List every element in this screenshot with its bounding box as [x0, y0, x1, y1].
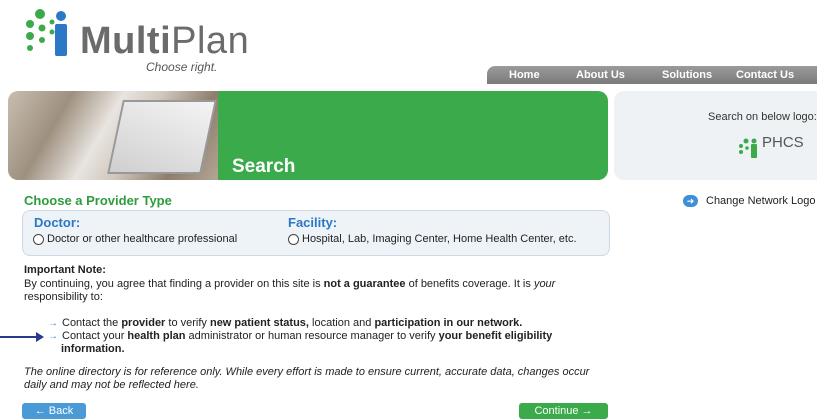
doctor-option-label: Doctor or other healthcare professional [47, 233, 238, 245]
note-text: responsibility to: [24, 291, 103, 303]
nav-contact-us[interactable]: Contact Us [736, 69, 794, 81]
bullet-text: Contact the [62, 317, 122, 329]
bullet-text-bold: participation in our network. [374, 317, 523, 329]
doctor-option[interactable]: Doctor or other healthcare professional [33, 233, 237, 245]
facility-option-label: Hospital, Lab, Imaging Center, Home Heal… [302, 233, 577, 245]
note-text-bold: not a guarantee [323, 278, 406, 290]
facility-heading: Facility: [288, 215, 338, 230]
note-text-italic: your [533, 278, 556, 290]
phcs-logo-icon[interactable] [737, 138, 759, 158]
network-logo-label: Search on below logo: [708, 111, 817, 123]
back-button[interactable]: ← Back [22, 403, 86, 419]
nav-home[interactable]: Home [509, 69, 540, 81]
arrow-right-icon: → [48, 331, 58, 342]
brand-name-bold: Multi [80, 20, 172, 62]
top-nav: Home About Us Solutions Contact Us [487, 66, 817, 84]
bullet-text-bold: health plan [127, 330, 186, 342]
bullet-text: administrator or human resource manager … [185, 330, 439, 342]
note-heading: Important Note: [24, 264, 106, 276]
note-bullet-provider: → Contact the provider to verify new pati… [48, 317, 522, 330]
arrow-right-icon: → [48, 318, 58, 329]
bullet-text-bold: provider [121, 317, 166, 329]
nav-solutions[interactable]: Solutions [662, 69, 712, 81]
section-title: Choose a Provider Type [24, 193, 172, 208]
facility-radio[interactable] [288, 233, 299, 245]
disclaimer: The online directory is for reference on… [24, 366, 590, 391]
pointer-arrowhead-icon [36, 332, 44, 342]
bullet-text: Contact your [62, 330, 128, 342]
bullet-text-bold: new patient status, [209, 317, 309, 329]
multiplan-logo-icon [26, 9, 67, 56]
phcs-logo-text[interactable]: PHCS [762, 134, 804, 151]
facility-option[interactable]: Hospital, Lab, Imaging Center, Home Heal… [288, 233, 577, 245]
note-bullet-health-plan: → Contact your health plan administrator … [48, 330, 581, 356]
brand-name-light: Plan [171, 20, 250, 62]
doctor-heading: Doctor: [34, 215, 81, 230]
note-text: of benefits coverage. It is [405, 278, 534, 290]
bullet-text: to verify [165, 317, 210, 329]
nav-about-us[interactable]: About Us [576, 69, 625, 81]
brand-name: MultiPlan [80, 22, 249, 60]
laptop-image [107, 100, 217, 174]
note-body: By continuing, you agree that finding a … [24, 278, 584, 304]
brand-tagline: Choose right. [146, 60, 218, 74]
arrow-right-icon[interactable]: ➜ [683, 195, 698, 207]
pointer-arrow-icon [0, 336, 38, 338]
doctor-radio[interactable] [33, 233, 44, 245]
page-title: Search [232, 156, 296, 177]
note-text: By continuing, you agree that finding a … [24, 278, 324, 290]
bullet-text: location and [309, 317, 375, 329]
change-network-logo-link[interactable]: Change Network Logo [706, 195, 815, 207]
continue-button[interactable]: Continue → [519, 403, 608, 419]
